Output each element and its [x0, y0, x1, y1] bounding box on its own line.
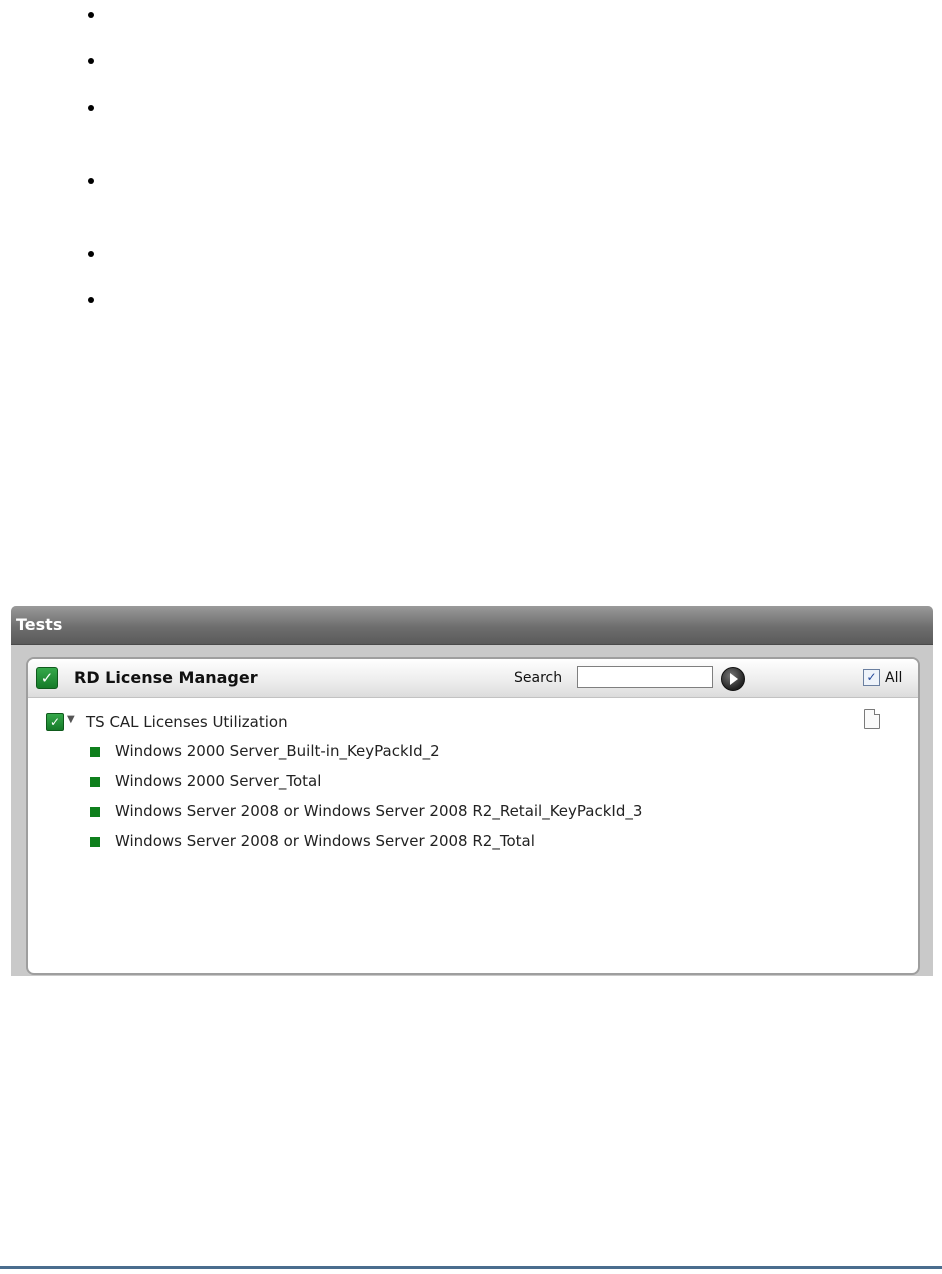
- footer-rule: [0, 1266, 942, 1269]
- search-go-button[interactable]: [721, 667, 745, 691]
- descriptor-label[interactable]: Windows 2000 Server_Total: [115, 772, 321, 790]
- component-title: RD License Manager: [74, 668, 258, 687]
- descriptor-label[interactable]: Windows 2000 Server_Built-in_KeyPackId_2: [115, 742, 440, 760]
- tests-panel: Tests ✓ RD License Manager Search ✓ All …: [11, 606, 933, 976]
- bullet-marker: [88, 178, 94, 184]
- descriptor-item[interactable]: Windows 2000 Server_Total: [90, 772, 850, 792]
- descriptor-item[interactable]: Windows Server 2008 or Windows Server 20…: [90, 802, 850, 822]
- bullet-marker: [88, 251, 94, 257]
- status-square-icon: [90, 747, 100, 757]
- all-checkbox[interactable]: ✓: [863, 669, 880, 686]
- test-status-icon: ✓: [46, 713, 64, 731]
- status-ok-icon: ✓: [36, 667, 58, 689]
- component-header: ✓ RD License Manager Search ✓ All: [28, 659, 918, 698]
- document-icon[interactable]: [864, 709, 880, 729]
- search-label: Search: [514, 670, 563, 686]
- test-tree-root[interactable]: ✓ ▼ TS CAL Licenses Utilization: [46, 712, 346, 732]
- descriptor-label[interactable]: Windows Server 2008 or Windows Server 20…: [115, 802, 642, 820]
- component-box: ✓ RD License Manager Search ✓ All ✓ ▼ TS…: [26, 657, 920, 975]
- bullet-marker: [88, 297, 94, 303]
- panel-header: Tests: [11, 606, 933, 645]
- bullet-marker: [88, 105, 94, 111]
- descriptor-item[interactable]: Windows 2000 Server_Built-in_KeyPackId_2: [90, 742, 850, 762]
- status-square-icon: [90, 777, 100, 787]
- all-label: All: [885, 670, 903, 686]
- expand-arrow-icon[interactable]: ▼: [67, 714, 75, 725]
- status-square-icon: [90, 807, 100, 817]
- test-name[interactable]: TS CAL Licenses Utilization: [86, 713, 288, 731]
- descriptor-item[interactable]: Windows Server 2008 or Windows Server 20…: [90, 832, 850, 852]
- search-input[interactable]: [577, 666, 713, 688]
- status-square-icon: [90, 837, 100, 847]
- bullet-marker: [88, 58, 94, 64]
- bullet-marker: [88, 12, 94, 18]
- descriptor-label[interactable]: Windows Server 2008 or Windows Server 20…: [115, 832, 535, 850]
